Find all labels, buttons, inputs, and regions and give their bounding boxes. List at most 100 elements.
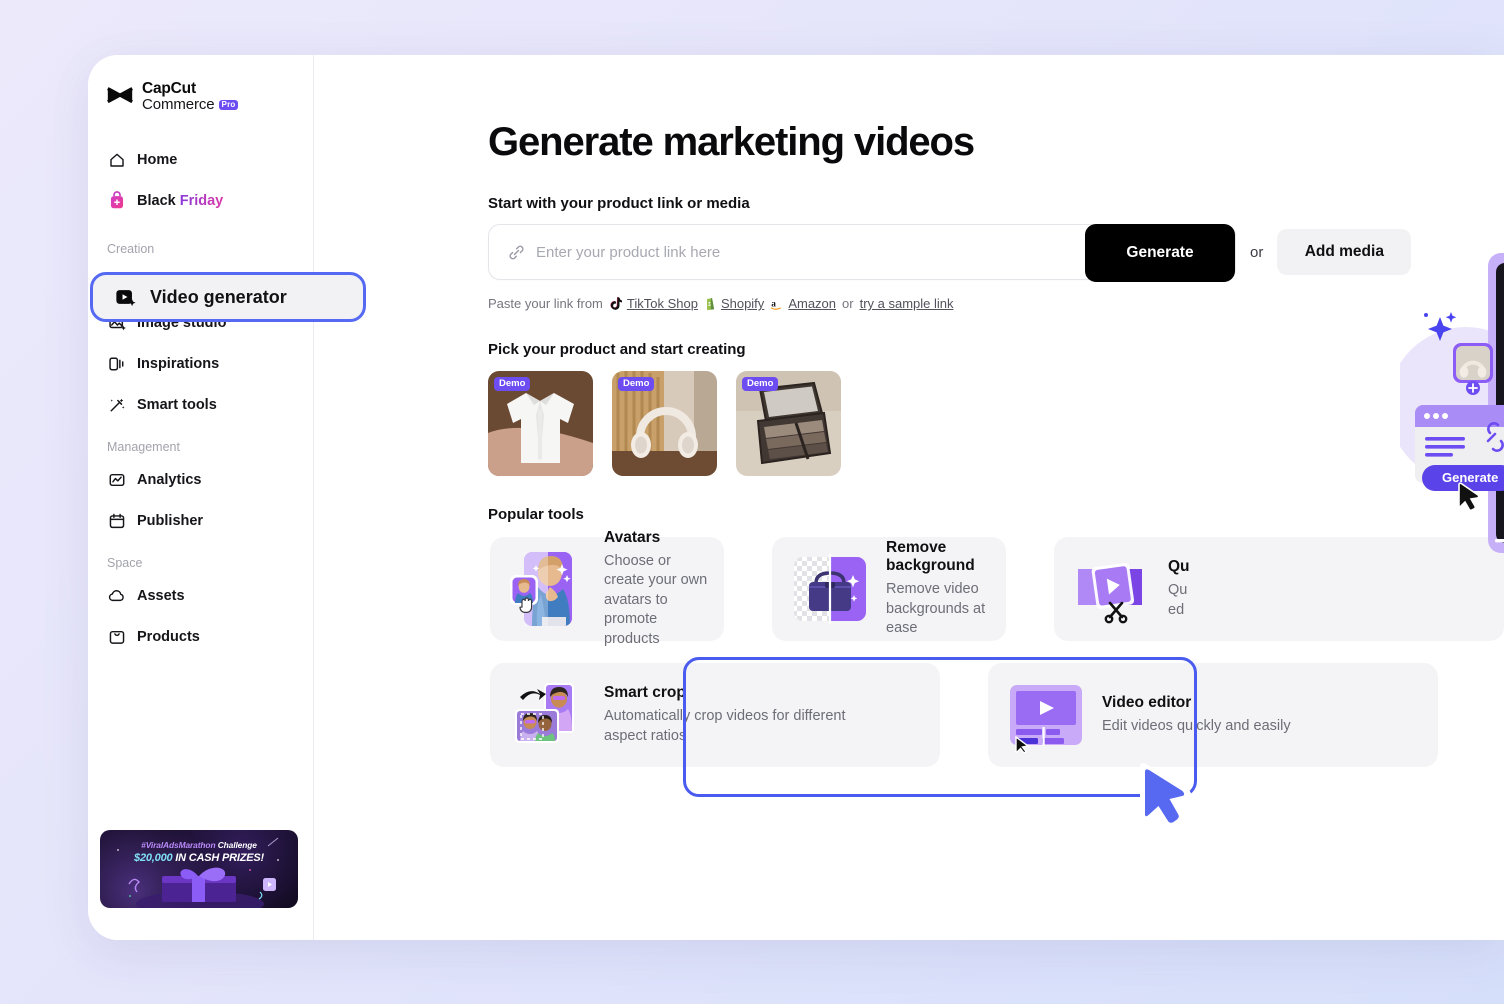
tool-card-avatars[interactable]: Avatars Choose or create your own avatar… (490, 529, 724, 647)
product-thumb-eyeshadow[interactable]: Demo (736, 371, 841, 476)
tool-card-remove-background[interactable]: Remove background Remove video backgroun… (772, 537, 1006, 641)
main-content: Generate marketing videos Start with you… (314, 55, 1504, 940)
video-generator-icon (115, 286, 137, 308)
tools-grid: Avatars Choose or create your own avatar… (314, 529, 1504, 767)
sidebar-item-label: Analytics (137, 471, 202, 488)
tool-name: Avatars (604, 528, 661, 546)
paste-sources-row: Paste your link from TikTok Shop Shopify (314, 296, 1504, 311)
promo-challenge: Challenge (215, 840, 257, 850)
smart-crop-icon (510, 677, 586, 753)
promo-prizes: IN CASH PRIZES! (172, 852, 264, 864)
start-section-label: Start with your product link or media (488, 195, 750, 212)
tool-name: Video editor (1102, 693, 1192, 711)
tool-desc: Edit videos quickly and easily (1102, 717, 1291, 734)
sidebar-item-assets[interactable]: Assets (98, 579, 303, 613)
tool-desc: Choose or create your own avatars to pro… (604, 552, 708, 647)
source-amazon[interactable]: a Amazon (770, 296, 836, 311)
sidebar: CapCut Commerce Pro Home Black Friday Cr… (88, 55, 314, 940)
tool-desc-line-2: ed (1168, 601, 1185, 618)
pro-badge: Pro (218, 99, 239, 111)
sidebar-item-label: Home (137, 151, 178, 168)
sidebar-item-label: Video generator (150, 286, 287, 307)
sidebar-group-management: Management (107, 439, 180, 454)
tool-card-smart-crop[interactable]: Smart crop Automatically crop videos for… (490, 663, 940, 767)
magic-wand-icon (107, 395, 126, 414)
decorative-illustration: Generate (1400, 253, 1504, 553)
tool-desc: Remove video backgrounds at ease (886, 581, 986, 637)
amazon-link[interactable]: Amazon (788, 296, 836, 311)
source-shopify[interactable]: Shopify (704, 296, 764, 311)
analytics-icon (107, 470, 126, 489)
product-thumb-headphones[interactable]: Demo (612, 371, 717, 476)
shopping-bag-icon (107, 191, 126, 210)
sidebar-item-label: Products (137, 628, 200, 645)
sidebar-item-label: Black Friday (137, 193, 223, 209)
demo-badge: Demo (618, 377, 655, 391)
promo-amount: $20,000 (134, 852, 173, 864)
video-editor-icon (1008, 677, 1084, 755)
shopify-link[interactable]: Shopify (721, 296, 764, 311)
product-box-icon (107, 627, 126, 646)
add-media-button[interactable]: Add media (1277, 229, 1412, 275)
sidebar-group-creation: Creation (107, 241, 155, 256)
paste-or: or (842, 296, 854, 311)
demo-badge: Demo (742, 377, 779, 391)
promo-banner[interactable]: #ViralAdsMarathon Challenge $20,000 IN C… (100, 830, 298, 908)
quick-cut-icon (1074, 551, 1150, 627)
sidebar-item-video-generator[interactable]: Video generator (90, 272, 366, 322)
sidebar-item-label: Assets (137, 587, 185, 604)
tool-name: Qu (1168, 557, 1190, 575)
paste-prefix: Paste your link from (488, 296, 603, 311)
sidebar-item-home[interactable]: Home (98, 143, 303, 177)
calendar-icon (107, 511, 126, 530)
source-tiktok-shop[interactable]: TikTok Shop (609, 296, 698, 311)
avatars-icon (510, 551, 586, 627)
promo-hashtag: #ViralAdsMarathon (141, 840, 216, 850)
page-title: Generate marketing videos (488, 120, 975, 164)
tool-desc: Automatically crop videos for different … (604, 707, 846, 744)
tools-row-1: Avatars Choose or create your own avatar… (490, 529, 1504, 647)
product-thumb-shirt[interactable]: Demo (488, 371, 593, 476)
tiktok-icon (610, 296, 622, 310)
sidebar-item-label: Publisher (137, 512, 204, 529)
popular-tools-label: Popular tools (488, 506, 584, 523)
tool-card-video-editor[interactable]: Video editor Edit videos quickly and eas… (988, 663, 1438, 767)
sidebar-item-black-friday[interactable]: Black Friday (98, 184, 303, 218)
tools-row-2: Smart crop Automatically crop videos for… (490, 663, 1504, 767)
capcut-logo-icon (107, 87, 133, 103)
product-thumbnails: Demo Demo Demo (314, 371, 1504, 476)
link-icon (509, 245, 524, 259)
pick-product-label: Pick your product and start creating (488, 341, 746, 358)
sidebar-item-label: Smart tools (137, 396, 217, 413)
sidebar-item-publisher[interactable]: Publisher (98, 504, 303, 538)
sidebar-item-analytics[interactable]: Analytics (98, 463, 303, 497)
cloud-icon (107, 586, 126, 605)
amazon-icon: a (771, 299, 782, 310)
sidebar-item-inspirations[interactable]: Inspirations (98, 347, 303, 381)
product-link-box[interactable]: Generate (488, 224, 1236, 282)
tool-name: Smart crop (604, 683, 686, 701)
or-label: or (1250, 243, 1264, 261)
sidebar-group-space: Space (107, 555, 143, 570)
app-logo[interactable]: CapCut Commerce Pro (88, 55, 313, 113)
inspirations-icon (107, 354, 126, 373)
sidebar-item-products[interactable]: Products (98, 620, 303, 654)
sidebar-nav: Home Black Friday Creation Image studio … (88, 143, 313, 654)
sample-link[interactable]: try a sample link (860, 296, 954, 311)
black-text: Black (137, 192, 176, 209)
tool-desc-line-1: Qu (1168, 581, 1188, 598)
remove-background-icon (792, 551, 868, 627)
product-link-input[interactable] (536, 243, 1076, 261)
shopify-icon (707, 297, 715, 310)
mouse-cursor (1140, 763, 1192, 830)
logo-line-2: Commerce (142, 96, 215, 114)
tool-name: Remove background (886, 539, 975, 575)
deco-generate-label: Generate (1442, 470, 1498, 485)
generate-button[interactable]: Generate (1085, 224, 1235, 282)
home-icon (107, 150, 126, 169)
sidebar-item-label: Inspirations (137, 355, 220, 372)
product-link-row: Generate or Add media (314, 224, 1504, 282)
tiktok-shop-link[interactable]: TikTok Shop (627, 296, 698, 311)
sidebar-item-smart-tools[interactable]: Smart tools (98, 388, 303, 422)
demo-badge: Demo (494, 377, 531, 391)
